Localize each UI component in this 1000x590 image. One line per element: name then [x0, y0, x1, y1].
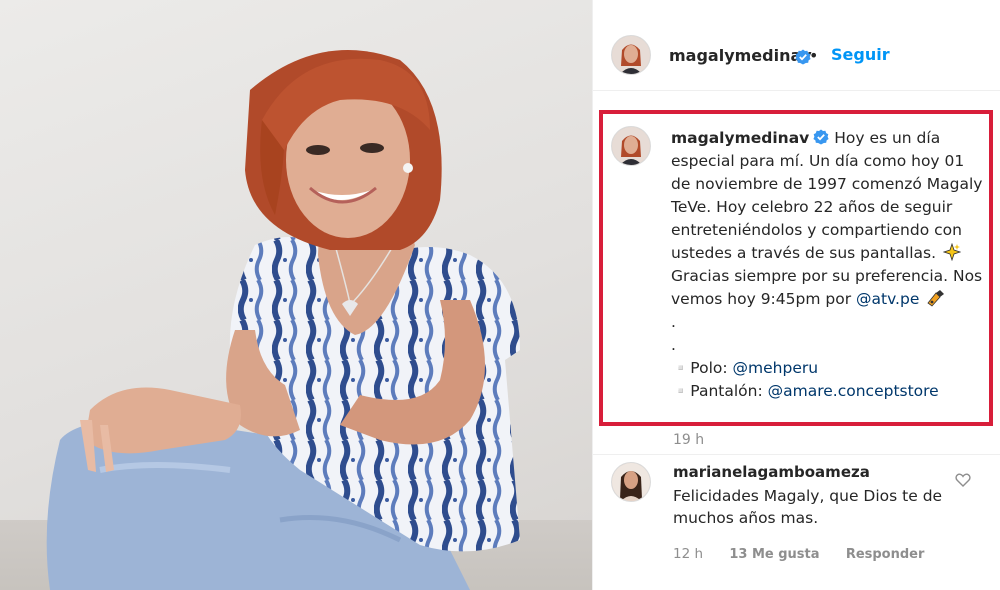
avatar-image: [612, 127, 650, 165]
like-heart-icon[interactable]: [955, 472, 971, 488]
movie-camera-icon: [927, 290, 945, 307]
avatar-image: [612, 463, 650, 501]
commenter-avatar[interactable]: [611, 462, 651, 502]
header-separator: •: [809, 46, 819, 65]
comment-divider: [593, 454, 1000, 455]
caption-text: magalymedinav Hoy es un día especial par…: [671, 127, 987, 403]
profile-avatar[interactable]: [611, 35, 651, 75]
avatar-image: [612, 36, 650, 74]
mention-mehperu[interactable]: @mehperu: [733, 359, 819, 377]
comment-timestamp[interactable]: 12 h: [673, 546, 703, 562]
caption-timestamp[interactable]: 19 h: [673, 432, 704, 448]
comment-text: Felicidades Magaly, que Dios te de mucho…: [673, 487, 943, 527]
post-header: magalymedinav • Seguir: [593, 18, 1000, 91]
caption-username[interactable]: magalymedinav: [671, 129, 809, 147]
commenter-username[interactable]: marianelagamboameza: [673, 463, 870, 481]
follow-button[interactable]: Seguir: [831, 45, 890, 64]
post-username[interactable]: magalymedinav: [669, 46, 812, 65]
mention-amare[interactable]: @amare.conceptstore: [768, 382, 939, 400]
comment-likes[interactable]: 13 Me gusta: [729, 547, 819, 562]
caption-dot-2: .: [671, 336, 676, 354]
comment-meta: 12 h 13 Me gusta Responder: [673, 546, 946, 562]
post-side-panel: magalymedinav • Seguir magalymedinav Hoy…: [592, 0, 1000, 590]
caption-avatar[interactable]: [611, 126, 651, 166]
caption-dot-1: .: [671, 313, 676, 331]
caption-body: Hoy es un día especial para mí. Un día c…: [671, 129, 983, 262]
caption-highlight-box: magalymedinav Hoy es un día especial par…: [599, 110, 993, 426]
woman-portrait-illustration: [46, 50, 521, 590]
sparkles-icon: [942, 243, 961, 261]
pantalon-label: ▫️Pantalón:: [671, 382, 763, 400]
mention-atv[interactable]: @atv.pe: [856, 290, 919, 308]
polo-label: ▫️Polo:: [671, 359, 728, 377]
reply-button[interactable]: Responder: [846, 547, 925, 562]
post-photo[interactable]: [0, 0, 592, 590]
verified-badge-icon: [813, 129, 829, 145]
